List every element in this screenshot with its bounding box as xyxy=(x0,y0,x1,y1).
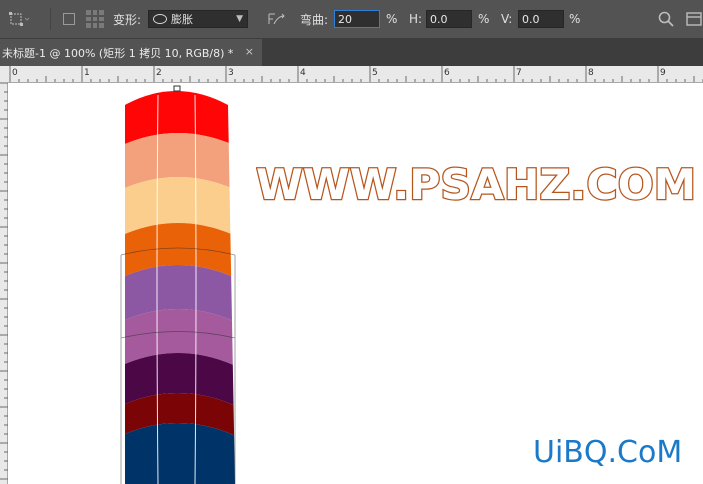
close-icon[interactable]: × xyxy=(245,45,254,58)
ruler-label: 9 xyxy=(660,68,666,78)
warped-stripe-shape[interactable] xyxy=(8,83,703,484)
document-tab-bar: 未标题-1 @ 100% (矩形 1 拷贝 10, RGB/8) * × xyxy=(0,39,703,66)
chevron-down-icon: ▼ xyxy=(236,14,243,24)
v-percent: % xyxy=(569,12,581,26)
ruler-label: 8 xyxy=(588,68,594,78)
h-percent: % xyxy=(478,12,490,26)
document-tab[interactable]: 未标题-1 @ 100% (矩形 1 拷贝 10, RGB/8) * × xyxy=(0,39,262,66)
warp-handle[interactable] xyxy=(173,85,181,92)
options-bar: 变形: 膨胀 ▼ 弯曲: 20 % H: 0.0 % V: 0.0 % xyxy=(0,0,703,39)
workspace-icon[interactable] xyxy=(686,0,702,38)
v-distortion-input[interactable]: 0.0 xyxy=(518,0,564,38)
ruler-label: 6 xyxy=(444,68,450,78)
bend-label: 弯曲: xyxy=(300,12,329,27)
svg-text:WWW.PSAHZ.COM: WWW.PSAHZ.COM xyxy=(256,161,696,205)
ruler-label: 0 xyxy=(12,68,18,78)
oval-icon xyxy=(153,14,167,24)
warp-style-select[interactable]: 膨胀 ▼ xyxy=(148,0,248,38)
ruler-label: 5 xyxy=(372,68,378,78)
horizontal-ruler[interactable]: 0 1 2 3 4 5 6 7 8 9 xyxy=(0,66,703,83)
vertical-ruler[interactable] xyxy=(0,83,8,484)
ruler-label: 7 xyxy=(516,68,522,78)
document-tab-title: 未标题-1 @ 100% (矩形 1 拷贝 10, RGB/8) * xyxy=(2,46,234,60)
warp-checkbox[interactable] xyxy=(63,0,75,38)
h-distortion-input[interactable]: 0.0 xyxy=(426,0,472,38)
bend-percent: % xyxy=(386,12,398,26)
document-canvas[interactable]: WWW.PSAHZ.COM UiBQ.CoM xyxy=(8,83,703,484)
bend-input[interactable]: 20 xyxy=(334,0,380,38)
search-icon[interactable] xyxy=(658,0,674,38)
warp-orientation-icon[interactable] xyxy=(266,0,286,38)
ruler-label: 4 xyxy=(300,68,306,78)
color-stripe xyxy=(125,423,235,484)
ruler-label: 2 xyxy=(156,68,162,78)
site-watermark-text: UiBQ.CoM xyxy=(533,435,683,470)
v-label: V: xyxy=(501,12,513,26)
grid-toggle-icon[interactable] xyxy=(86,0,104,38)
ruler-label: 1 xyxy=(84,68,90,78)
watermark-logo: WWW.PSAHZ.COM xyxy=(256,161,696,205)
transform-icon[interactable] xyxy=(8,0,30,38)
ruler-label: 3 xyxy=(228,68,234,78)
h-label: H: xyxy=(409,12,423,26)
warp-label: 变形: xyxy=(113,12,142,27)
